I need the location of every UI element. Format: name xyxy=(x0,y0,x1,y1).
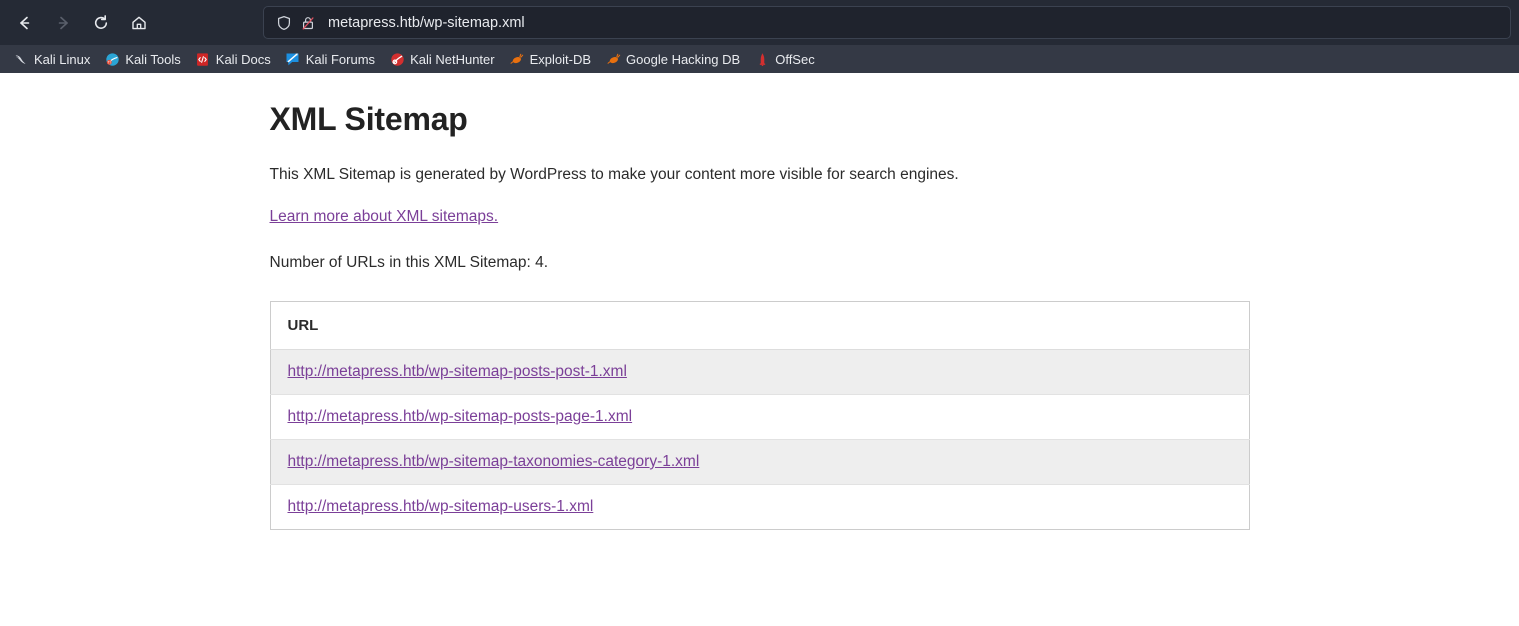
google-hacking-db-icon xyxy=(605,51,621,67)
kali-docs-icon xyxy=(195,51,211,67)
table-head: URL xyxy=(270,301,1249,350)
bookmark-kali-forums[interactable]: Kali Forums xyxy=(278,48,382,70)
home-button[interactable] xyxy=(122,6,156,40)
bookmark-google-hacking-db[interactable]: Google Hacking DB xyxy=(598,48,747,70)
navigation-toolbar: metapress.htb/wp-sitemap.xml xyxy=(0,0,1519,45)
url-count-text: Number of URLs in this XML Sitemap: 4. xyxy=(269,254,549,272)
table-row: http://metapress.htb/wp-sitemap-taxonomi… xyxy=(270,439,1249,485)
table-body: http://metapress.htb/wp-sitemap-posts-po… xyxy=(270,349,1249,530)
address-bar[interactable]: metapress.htb/wp-sitemap.xml xyxy=(263,6,1511,39)
content-wrapper: XML Sitemap This XML Sitemap is generate… xyxy=(269,91,1250,530)
kali-tools-icon: T! xyxy=(104,51,120,67)
bookmark-label: Kali Linux xyxy=(34,51,91,67)
back-button[interactable] xyxy=(8,6,42,40)
kali-nethunter-icon xyxy=(389,51,405,67)
offsec-icon xyxy=(754,51,770,67)
svg-text:T!: T! xyxy=(107,60,111,64)
sitemap-url-link[interactable]: http://metapress.htb/wp-sitemap-taxonomi… xyxy=(288,453,700,470)
table-row: http://metapress.htb/wp-sitemap-posts-pa… xyxy=(270,394,1249,440)
bookmark-kali-nethunter[interactable]: Kali NetHunter xyxy=(382,48,502,70)
url-text: metapress.htb/wp-sitemap.xml xyxy=(328,14,525,31)
bookmark-label: Kali NetHunter xyxy=(410,51,495,67)
sitemap-url-link[interactable]: http://metapress.htb/wp-sitemap-posts-pa… xyxy=(288,408,633,425)
page-content: XML Sitemap This XML Sitemap is generate… xyxy=(0,73,1519,626)
arrow-left-icon xyxy=(20,16,30,29)
shield-icon[interactable] xyxy=(274,13,294,33)
bookmark-label: OffSec xyxy=(775,51,815,67)
reload-button[interactable] xyxy=(84,6,118,40)
bookmark-offsec[interactable]: OffSec xyxy=(747,48,822,70)
table-cell-url: http://metapress.htb/wp-sitemap-posts-po… xyxy=(270,349,1249,395)
table-cell-url: http://metapress.htb/wp-sitemap-users-1.… xyxy=(270,484,1249,530)
exploit-db-icon xyxy=(509,51,525,67)
bookmark-exploit-db[interactable]: Exploit-DB xyxy=(502,48,598,70)
table-row: http://metapress.htb/wp-sitemap-users-1.… xyxy=(270,484,1249,530)
bookmarks-bar: Kali Linux T! Kali Tools Kali Docs Kali … xyxy=(0,45,1519,73)
intro-paragraph: This XML Sitemap is generated by WordPre… xyxy=(269,166,959,183)
table-row: http://metapress.htb/wp-sitemap-posts-po… xyxy=(270,349,1249,395)
page-title: XML Sitemap xyxy=(269,101,468,137)
bookmark-label: Kali Tools xyxy=(125,51,181,67)
bookmark-label: Exploit-DB xyxy=(529,51,592,67)
home-icon xyxy=(132,16,146,29)
table-header-row: URL xyxy=(270,301,1249,350)
bookmark-label: Kali Docs xyxy=(215,51,271,67)
browser-chrome: metapress.htb/wp-sitemap.xml Kali Linux … xyxy=(0,0,1519,73)
table-cell-url: http://metapress.htb/wp-sitemap-taxonomi… xyxy=(270,439,1249,485)
learn-more-paragraph: Learn more about XML sitemaps. xyxy=(270,208,1250,226)
bookmark-kali-docs[interactable]: Kali Docs xyxy=(188,48,278,70)
kali-dragon-icon xyxy=(13,51,29,67)
table-cell-url: http://metapress.htb/wp-sitemap-posts-pa… xyxy=(270,394,1249,440)
bookmark-label: Kali Forums xyxy=(305,51,376,67)
reload-icon xyxy=(94,14,108,29)
sitemap-url-link[interactable]: http://metapress.htb/wp-sitemap-users-1.… xyxy=(288,498,594,515)
kali-forums-icon xyxy=(285,51,301,67)
bookmark-label: Google Hacking DB xyxy=(626,51,741,67)
bookmark-kali-linux[interactable]: Kali Linux xyxy=(6,48,97,70)
sitemap-url-link[interactable]: http://metapress.htb/wp-sitemap-posts-po… xyxy=(288,363,627,380)
forward-button[interactable] xyxy=(46,6,80,40)
learn-more-link[interactable]: Learn more about XML sitemaps. xyxy=(270,208,499,225)
column-header-url: URL xyxy=(270,301,1249,350)
lock-crossed-out-icon[interactable] xyxy=(298,13,318,33)
sitemap-table: URL http://metapress.htb/wp-sitemap-post… xyxy=(269,300,1250,530)
arrow-right-icon xyxy=(58,16,68,29)
bookmark-kali-tools[interactable]: T! Kali Tools xyxy=(97,48,187,70)
